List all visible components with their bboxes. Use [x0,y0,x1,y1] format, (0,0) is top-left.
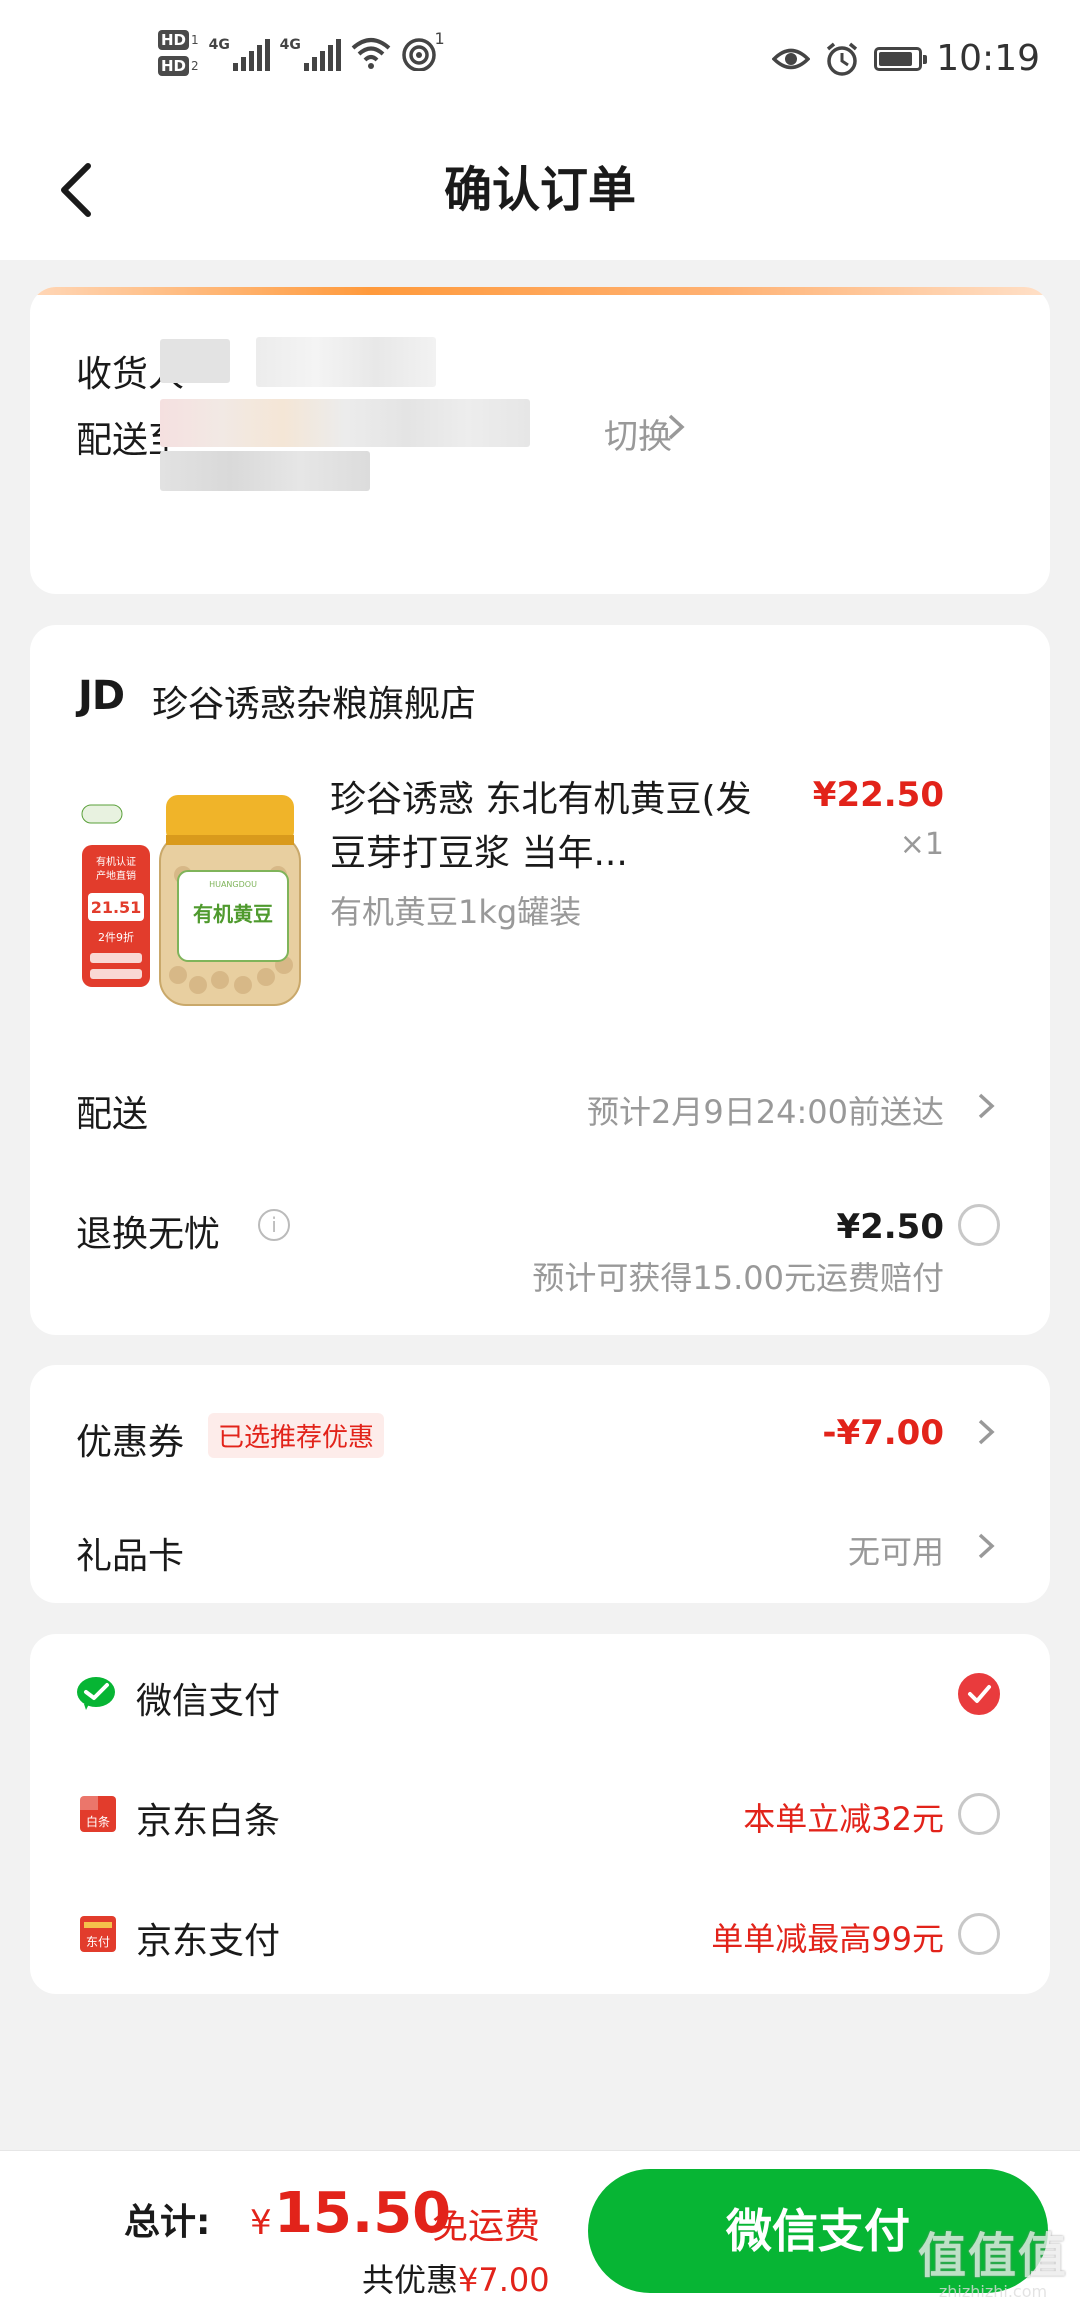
delivery-estimate[interactable]: 预计2月9日24:00前送达 [587,1087,944,1133]
sim2-index: 2 [191,59,199,73]
coupon-tag: 已选推荐优惠 [208,1413,385,1458]
address-line1-redacted [160,399,530,447]
gift-card-value[interactable]: 无可用 [848,1527,944,1573]
free-shipping-label: 免运费 [432,2206,541,2247]
return-insurance-radio[interactable] [958,1204,1000,1246]
hotspot-indicator: 1 [401,29,445,72]
badge-discount: 2件9折 [98,930,134,944]
badge-text-origin: 产地直销 [96,869,136,882]
payment-label-wechat[interactable]: 微信支付 [136,1672,280,1724]
sim2-label: HD [158,56,190,76]
info-icon[interactable]: i [258,1209,290,1241]
coupon-card: 优惠券 已选推荐优惠 -¥7.00 礼品卡 无可用 [30,1365,1050,1603]
signal-1-icon: 4G [209,35,270,71]
jdpay-radio[interactable] [958,1913,1000,1955]
chevron-right-icon [978,1533,995,1559]
status-bar: HD 1 HD 2 4G 4G 1 10:19 [0,0,1080,120]
hotspot-count: 1 [434,29,445,48]
address-card[interactable]: 收货人 配送至 切换 [30,287,1050,594]
page-title: 确认订单 [443,162,636,218]
hotspot-icon [401,38,436,72]
status-time: 10:19 [936,38,1040,79]
coupon-label: 优惠券 [76,1422,185,1463]
jd-store-logo: JD [78,673,125,719]
store-name[interactable]: 珍谷诱惑杂粮旗舰店 [152,675,476,727]
svg-text:HUANGDOU: HUANGDOU [209,880,257,889]
jd-baitiao-icon: 白条 [80,1796,116,1832]
sim1-index: 1 [191,33,199,47]
sim1-indicator: HD 1 [158,30,199,50]
battery-level [879,51,912,66]
battery-icon [874,46,928,71]
saved-summary: 共优惠¥7.00 [362,2255,550,2301]
product-quantity: ×1 [899,827,944,862]
address-stripe [30,287,1050,295]
jdpay-promo: 单单减最高99元 [711,1920,944,1958]
network1-label: 4G [208,37,230,53]
sim2-indicator: HD 2 [158,56,199,76]
return-insurance-label: 退换无忧 [76,1214,221,1255]
payment-card: 微信支付 白条 京东白条 本单立减32元 东付 京东支付 单单减最高99元 [30,1634,1050,1994]
payment-label-jdpay[interactable]: 京东支付 [136,1912,280,1964]
wechat-pay-icon [77,1677,115,1710]
order-card: JD 珍谷诱惑杂粮旗舰店 HUANGDOU 有机黄豆 有机认证 产地直销 21.… [30,625,1050,1335]
coupon-value[interactable]: -¥7.00 [822,1413,944,1453]
total-currency: ¥ [250,2203,272,2243]
chevron-right-icon [978,1093,995,1119]
signal-2-icon: 4G [280,35,341,71]
badge-price: 21.51 [91,898,142,917]
return-insurance-note: 预计可获得15.00元运费赔付 [532,1259,944,1297]
receiver-name-redacted [160,339,230,383]
sim-indicators: HD 1 HD 2 [158,30,199,76]
status-bar-right: 10:19 [772,38,1040,79]
watermark-url: zhizhizhi.com [938,2282,1048,2301]
receiver-phone-redacted [256,337,436,387]
product-spec: 有机黄豆1kg罐装 [330,893,582,931]
nav-bar: 确认订单 [0,120,1080,260]
baitiao-promo: 本单立减32元 [743,1800,944,1838]
jd-pay-icon: 东付 [80,1916,116,1952]
wifi-icon [351,38,390,69]
badge-text-organic: 有机认证 [96,855,136,868]
network2-label: 4G [279,37,301,53]
switch-address-link[interactable]: 切换 [604,409,672,458]
product-image-art: HUANGDOU 有机黄豆 有机认证 产地直销 21.51 2件9折 [78,775,328,1025]
jdpay-icon-text: 东付 [86,1935,110,1949]
baitiao-icon-text: 白条 [86,1814,110,1829]
eye-comfort-icon [772,48,811,69]
baitiao-radio[interactable] [958,1793,1000,1835]
product-price: ¥22.50 [812,775,944,815]
saved-label: 共优惠 [362,2261,459,2299]
alarm-icon [827,42,858,76]
sim1-label: HD [158,30,190,50]
watermark-text: 值值值 [917,2228,1068,2284]
product-image[interactable]: HUANGDOU 有机黄豆 有机认证 产地直销 21.51 2件9折 [78,775,328,1025]
gift-card-label: 礼品卡 [76,1536,185,1577]
total-amount: 15.50 [274,2181,452,2246]
total-label: 总计: [124,2202,211,2243]
check-icon [968,1685,991,1703]
chevron-right-icon [978,1419,995,1445]
address-line2-redacted [160,451,370,491]
status-bar-left: HD 1 HD 2 4G 4G 1 [158,29,445,76]
bottom-bar: 总计: ¥ 15.50 免运费 共优惠¥7.00 微信支付 值值值 zhizhi… [0,2150,1080,2311]
payment-label-baitiao[interactable]: 京东白条 [136,1792,280,1844]
wechat-selected-radio[interactable] [958,1673,1000,1715]
chevron-right-icon [668,414,685,440]
jar-label-text: 有机黄豆 [193,902,273,926]
watermark-logo: 值值值 zhizhizhi.com [918,2216,1068,2301]
product-title[interactable]: 珍谷诱惑 东北有机黄豆(发豆芽打豆浆 当年... [330,773,770,881]
delivery-label: 配送 [76,1094,149,1135]
saved-amount: ¥7.00 [458,2261,550,2299]
return-insurance-price: ¥2.50 [836,1207,944,1247]
